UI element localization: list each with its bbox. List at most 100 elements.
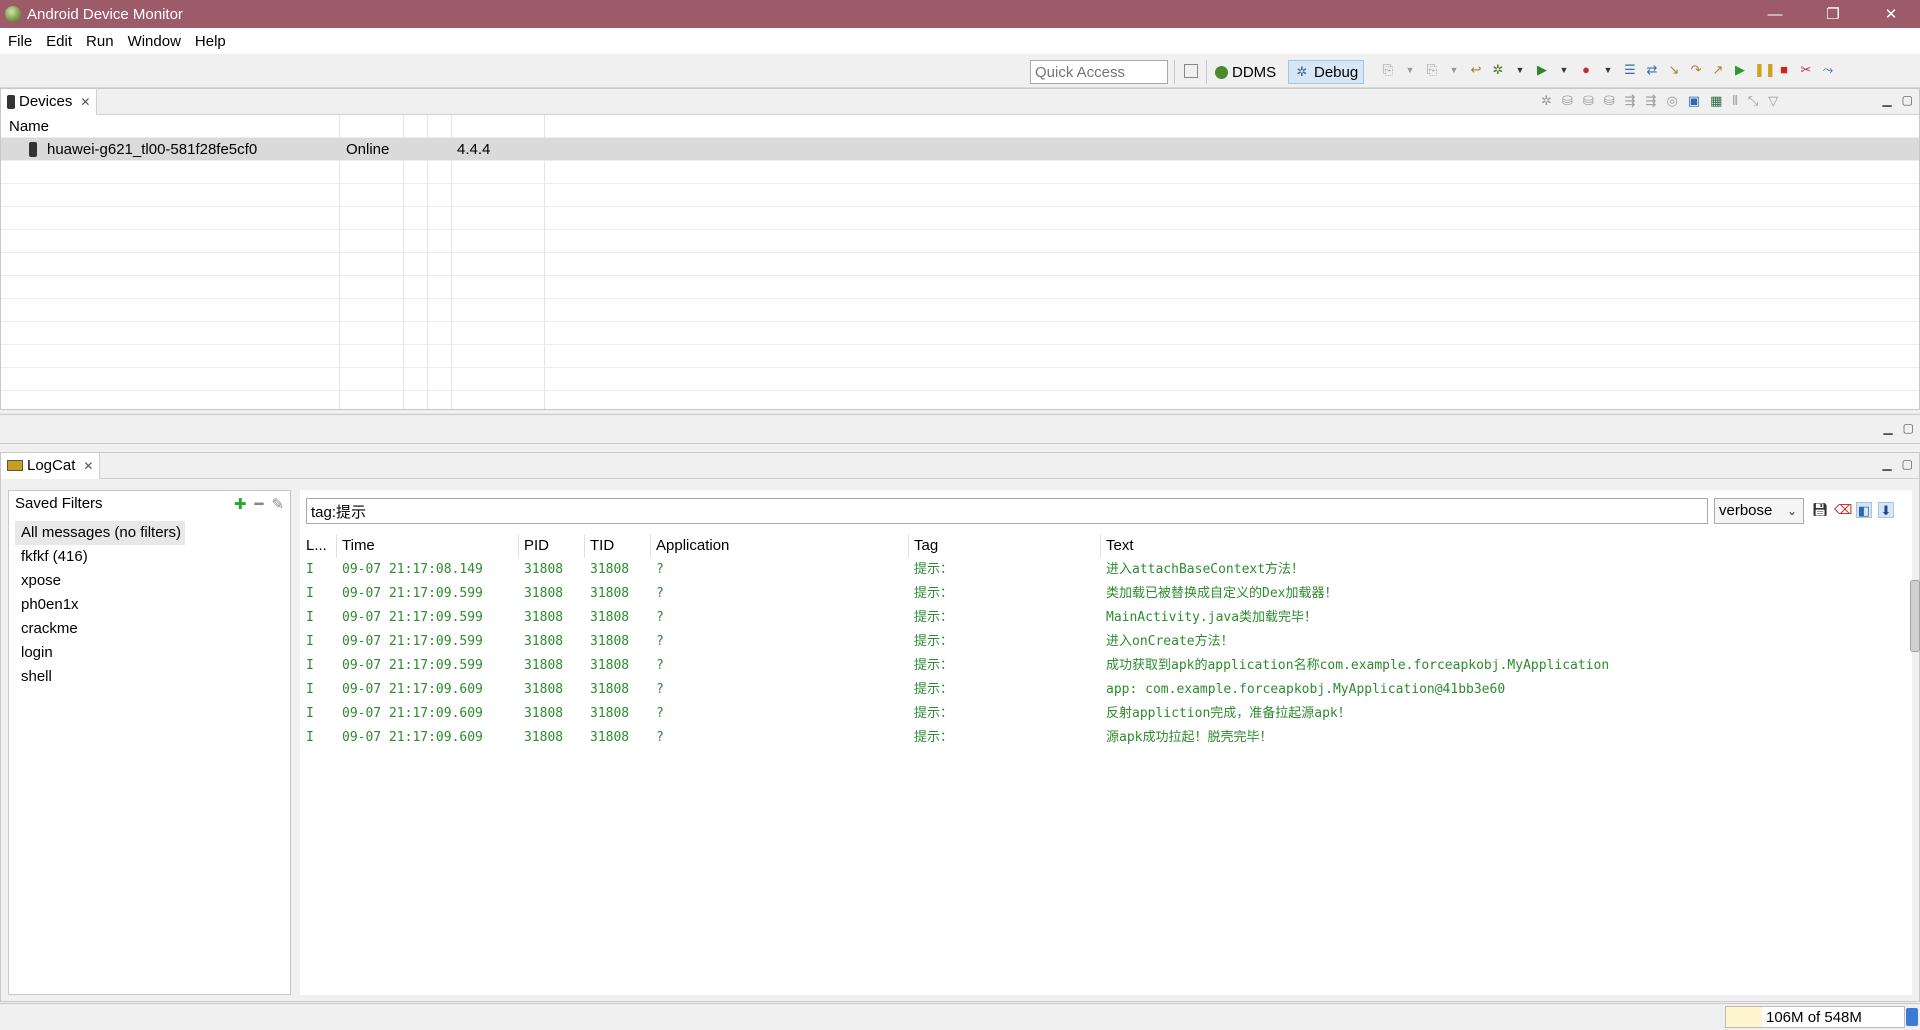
minimize-panel-icon[interactable]: ▁ xyxy=(1883,421,1892,435)
chevron-down-icon[interactable]: ▼ xyxy=(1556,62,1572,78)
edit-filter-icon[interactable]: ✎ xyxy=(271,495,284,513)
resume-icon[interactable]: ▶ xyxy=(1732,62,1748,78)
logcat-tabbar: LogCat ✕ ▁ ▢ xyxy=(1,452,1919,479)
camera-icon[interactable]: ▣ xyxy=(1688,93,1700,109)
minimize-panel-icon[interactable]: ▁ xyxy=(1882,457,1891,471)
view-menu-icon[interactable]: ▽ xyxy=(1768,93,1778,109)
filter-item[interactable]: crackme xyxy=(15,617,284,641)
chevron-down-icon[interactable]: ▼ xyxy=(1512,62,1528,78)
column-header-level[interactable]: L... xyxy=(306,534,327,558)
debug-process-icon[interactable]: ✲ xyxy=(1541,93,1552,109)
add-filter-icon[interactable]: ✚ xyxy=(234,495,247,513)
open-perspective-icon[interactable] xyxy=(1184,64,1198,78)
filter-item[interactable]: login xyxy=(15,641,284,665)
disconnect-icon[interactable]: ✂ xyxy=(1798,62,1814,78)
update-heap-icon[interactable]: ⛁ xyxy=(1562,93,1573,109)
menu-file[interactable]: File xyxy=(8,33,32,50)
log-text: 反射appliction完成，准备拉起源apk！ xyxy=(1106,706,1351,721)
perspective-ddms-button[interactable]: DDMS xyxy=(1210,60,1281,84)
network-icon[interactable]: ◎ xyxy=(1666,93,1677,109)
column-header-application[interactable]: Application xyxy=(656,534,729,558)
log-row[interactable]: I 09-07 21:17:09.609 31808 31808 ? 提示： 反… xyxy=(300,702,1912,726)
maximize-panel-icon[interactable]: ▢ xyxy=(1902,457,1913,471)
terminate-icon[interactable]: ■ xyxy=(1776,62,1792,78)
chevron-down-icon[interactable]: ▼ xyxy=(1446,62,1462,78)
column-header-tag[interactable]: Tag xyxy=(914,534,938,558)
log-row[interactable]: I 09-07 21:17:09.609 31808 31808 ? 提示： a… xyxy=(300,678,1912,702)
log-tid: 31808 xyxy=(590,634,630,649)
scrollbar-thumb[interactable] xyxy=(1910,580,1920,652)
panel-controls: ▁ ▢ xyxy=(1883,421,1914,435)
heap-status[interactable]: 106M of 548M xyxy=(1725,1006,1905,1028)
step-over-icon[interactable]: ↷ xyxy=(1688,62,1704,78)
filter-item-all[interactable]: All messages (no filters) xyxy=(15,521,186,545)
chevron-down-icon[interactable]: ▼ xyxy=(1402,62,1418,78)
maximize-panel-icon[interactable]: ▢ xyxy=(1903,421,1914,435)
close-icon[interactable]: ✕ xyxy=(80,95,90,109)
update-threads-icon[interactable]: ⇶ xyxy=(1625,93,1636,109)
device-name: huawei-g621_tl00-581f28fe5cf0 xyxy=(47,141,258,158)
restore-button[interactable]: ❐ xyxy=(1804,0,1862,28)
debug-icon[interactable]: ✲ xyxy=(1490,62,1506,78)
table-row xyxy=(1,253,1919,276)
log-row[interactable]: I 09-07 21:17:09.599 31808 31808 ? 提示： 类… xyxy=(300,582,1912,606)
new-icon[interactable]: ⎘ xyxy=(1424,62,1440,78)
filter-item[interactable]: shell xyxy=(15,665,284,689)
column-header-tid[interactable]: TID xyxy=(590,534,614,558)
perspective-debug-button[interactable]: ✲ Debug xyxy=(1288,60,1365,84)
systrace-icon[interactable]: ▦ xyxy=(1710,93,1722,109)
tab-devices[interactable]: Devices ✕ xyxy=(1,88,98,115)
minimize-panel-icon[interactable]: ▁ xyxy=(1882,93,1891,107)
toggle-filters-icon[interactable]: ◧ xyxy=(1856,502,1872,518)
list-icon[interactable]: ☰ xyxy=(1622,62,1638,78)
menu-edit[interactable]: Edit xyxy=(46,33,72,50)
remove-filter-icon[interactable]: ━ xyxy=(254,495,263,513)
column-header-time[interactable]: Time xyxy=(342,534,375,558)
scroll-lock-icon[interactable]: ⬇ xyxy=(1878,502,1894,518)
run-gc-icon[interactable] xyxy=(1906,1008,1918,1026)
tab-logcat[interactable]: LogCat ✕ xyxy=(1,452,101,479)
suspend-icon[interactable]: ❚❚ xyxy=(1754,62,1776,78)
filter-item[interactable]: ph0en1x xyxy=(15,593,284,617)
menu-window[interactable]: Window xyxy=(128,33,181,50)
external-tools-icon[interactable]: ● xyxy=(1578,62,1594,78)
menu-run[interactable]: Run xyxy=(86,33,114,50)
column-header-name[interactable]: Name xyxy=(9,115,49,138)
close-button[interactable]: ✕ xyxy=(1862,0,1920,28)
sync-icon[interactable]: ⇄ xyxy=(1644,62,1660,78)
log-row[interactable]: I 09-07 21:17:08.149 31808 31808 ? 提示： 进… xyxy=(300,558,1912,582)
cause-gc-icon[interactable]: ⛁ xyxy=(1604,93,1615,109)
logcat-search-input[interactable] xyxy=(306,498,1708,524)
column-header-text[interactable]: Text xyxy=(1106,534,1134,558)
opengl-trace-icon[interactable]: ⫴ xyxy=(1732,93,1737,109)
back-icon[interactable]: ↩ xyxy=(1468,62,1484,78)
step-into-icon[interactable]: ↘ xyxy=(1666,62,1682,78)
quick-access-input[interactable] xyxy=(1030,60,1168,84)
method-profiling-icon[interactable]: ⇶ xyxy=(1646,93,1657,109)
stop-process-icon[interactable]: ⤡ xyxy=(1748,93,1758,109)
filter-item[interactable]: fkfkf (416) xyxy=(15,545,284,569)
log-level-select[interactable]: verbose ⌄ xyxy=(1714,498,1804,524)
close-icon[interactable]: ✕ xyxy=(83,459,93,473)
log-row[interactable]: I 09-07 21:17:09.599 31808 31808 ? 提示： 进… xyxy=(300,630,1912,654)
maximize-panel-icon[interactable]: ▢ xyxy=(1902,93,1913,107)
save-icon[interactable]: 💾︎ xyxy=(1812,502,1829,518)
log-row[interactable]: I 09-07 21:17:09.599 31808 31808 ? 提示： M… xyxy=(300,606,1912,630)
clear-log-icon[interactable]: ⌫ xyxy=(1834,502,1852,518)
chevron-down-icon[interactable]: ▼ xyxy=(1600,62,1616,78)
log-row[interactable]: I 09-07 21:17:09.599 31808 31808 ? 提示： 成… xyxy=(300,654,1912,678)
dump-hprof-icon[interactable]: ⛁ xyxy=(1583,93,1594,109)
menu-help[interactable]: Help xyxy=(195,33,226,50)
skip-breakpoints-icon[interactable]: ⎘ xyxy=(1380,62,1396,78)
filter-item[interactable]: xpose xyxy=(15,569,284,593)
device-row[interactable]: huawei-g621_tl00-581f28fe5cf0 Online 4.4… xyxy=(1,138,1919,161)
run-icon[interactable]: ▶ xyxy=(1534,62,1550,78)
log-text: 成功获取到apk的application名称com.example.forcea… xyxy=(1106,658,1610,673)
column-header-pid[interactable]: PID xyxy=(524,534,549,558)
log-level: I xyxy=(306,658,314,673)
minimize-button[interactable]: — xyxy=(1746,0,1804,28)
log-row[interactable]: I 09-07 21:17:09.609 31808 31808 ? 提示： 源… xyxy=(300,726,1912,750)
use-step-filters-icon[interactable]: ⤳ xyxy=(1820,62,1836,78)
step-return-icon[interactable]: ↗ xyxy=(1710,62,1726,78)
log-time: 09-07 21:17:09.599 xyxy=(342,586,483,601)
